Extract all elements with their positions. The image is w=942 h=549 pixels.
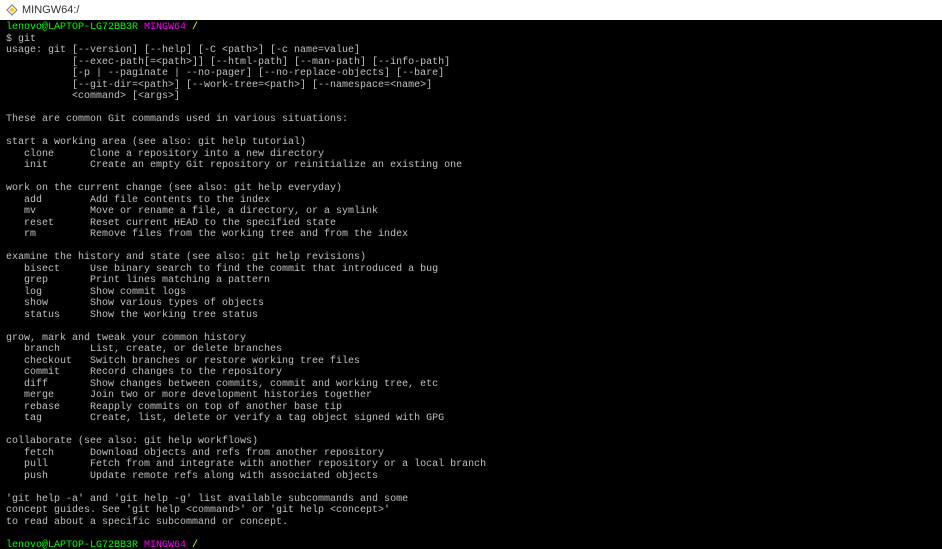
mingw-icon <box>6 4 18 16</box>
output-line: commit Record changes to the repository <box>6 367 936 379</box>
output-line: add Add file contents to the index <box>6 195 936 207</box>
blank-line <box>6 126 936 138</box>
output-line: fetch Download objects and refs from ano… <box>6 448 936 460</box>
window-title: MINGW64:/ <box>22 4 79 16</box>
output-line: tag Create, list, delete or verify a tag… <box>6 413 936 425</box>
output-line: collaborate (see also: git help workflow… <box>6 436 936 448</box>
blank-line <box>6 425 936 437</box>
output-line: init Create an empty Git repository or r… <box>6 160 936 172</box>
blank-line <box>6 321 936 333</box>
output-line: <command> [<args>] <box>6 91 936 103</box>
output-line: rm Remove files from the working tree an… <box>6 229 936 241</box>
output-line: checkout Switch branches or restore work… <box>6 356 936 368</box>
terminal-output[interactable]: lenovo@LAPTOP-LG72BB3R MINGW64 /$ gitusa… <box>0 20 942 549</box>
command-line: $ git <box>6 34 936 46</box>
blank-line <box>6 172 936 184</box>
output-line: usage: git [--version] [--help] [-C <pat… <box>6 45 936 57</box>
output-line: grep Print lines matching a pattern <box>6 275 936 287</box>
output-line: reset Reset current HEAD to the specifie… <box>6 218 936 230</box>
blank-line <box>6 528 936 540</box>
prompt-line: lenovo@LAPTOP-LG72BB3R MINGW64 / <box>6 540 936 549</box>
title-bar[interactable]: MINGW64:/ <box>0 0 942 20</box>
output-line: examine the history and state (see also:… <box>6 252 936 264</box>
output-line: concept guides. See 'git help <command>'… <box>6 505 936 517</box>
output-line: 'git help -a' and 'git help -g' list ava… <box>6 494 936 506</box>
output-line: clone Clone a repository into a new dire… <box>6 149 936 161</box>
output-line: grow, mark and tweak your common history <box>6 333 936 345</box>
output-line: work on the current change (see also: gi… <box>6 183 936 195</box>
output-line: to read about a specific subcommand or c… <box>6 517 936 529</box>
output-line: start a working area (see also: git help… <box>6 137 936 149</box>
output-line: bisect Use binary search to find the com… <box>6 264 936 276</box>
output-line: branch List, create, or delete branches <box>6 344 936 356</box>
output-line: rebase Reapply commits on top of another… <box>6 402 936 414</box>
output-line: [-p | --paginate | --no-pager] [--no-rep… <box>6 68 936 80</box>
output-line: diff Show changes between commits, commi… <box>6 379 936 391</box>
output-line: push Update remote refs along with assoc… <box>6 471 936 483</box>
output-line: [--git-dir=<path>] [--work-tree=<path>] … <box>6 80 936 92</box>
blank-line <box>6 241 936 253</box>
blank-line <box>6 103 936 115</box>
blank-line <box>6 482 936 494</box>
output-line: [--exec-path[=<path>]] [--html-path] [--… <box>6 57 936 69</box>
output-line: show Show various types of objects <box>6 298 936 310</box>
output-line: These are common Git commands used in va… <box>6 114 936 126</box>
output-line: pull Fetch from and integrate with anoth… <box>6 459 936 471</box>
prompt-line: lenovo@LAPTOP-LG72BB3R MINGW64 / <box>6 22 936 34</box>
output-line: merge Join two or more development histo… <box>6 390 936 402</box>
output-line: log Show commit logs <box>6 287 936 299</box>
output-line: mv Move or rename a file, a directory, o… <box>6 206 936 218</box>
output-line: status Show the working tree status <box>6 310 936 322</box>
